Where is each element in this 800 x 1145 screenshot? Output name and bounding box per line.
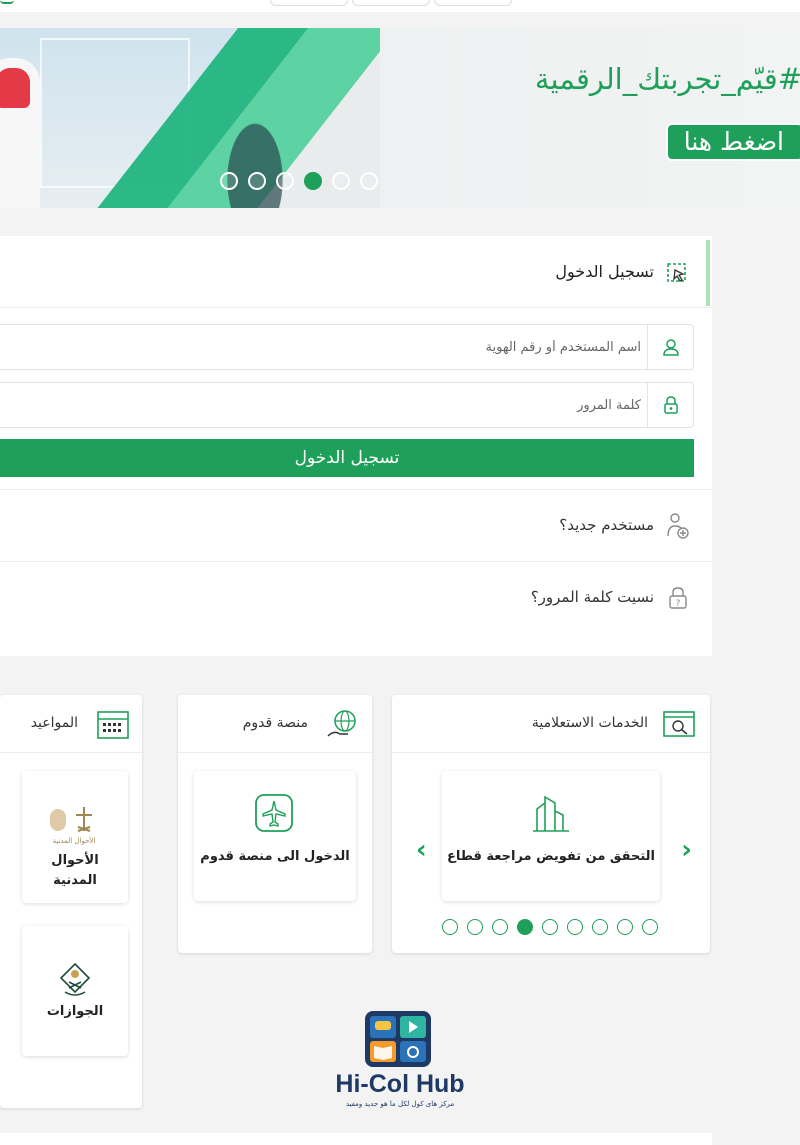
services-dot[interactable]	[617, 919, 633, 935]
services-dot[interactable]	[642, 919, 658, 935]
banner-text-area	[380, 28, 800, 208]
passports-logo	[59, 962, 91, 996]
civil-affairs-logo: الأحوال المدنية	[50, 807, 96, 845]
services-dot[interactable]	[542, 919, 558, 935]
username-field[interactable]	[0, 324, 694, 370]
civil-affairs-label: الأحوال المدنية	[51, 853, 99, 888]
inquiry-services-header: الخدمات الاستعلامية	[392, 695, 710, 753]
username-input[interactable]	[7, 325, 647, 369]
airplane-icon	[255, 794, 293, 832]
chevron-left-icon[interactable]: ‹	[416, 835, 427, 865]
banner-pagination	[220, 172, 378, 190]
hero-banner[interactable]: #قيّم_تجربتك_الرقمية اضغط هنا	[0, 28, 800, 208]
nav-button-1[interactable]	[270, 0, 348, 6]
add-user-icon	[667, 513, 689, 539]
top-nav-strip	[0, 0, 800, 12]
banner-dot[interactable]	[220, 172, 238, 190]
appointments-title: المواعيد	[30, 715, 78, 731]
banner-dot[interactable]	[360, 172, 378, 190]
service-tile-label: التحقق من تفويض مراجعة قطاع	[446, 849, 656, 864]
new-user-link[interactable]: مستخدم جديد؟	[0, 489, 712, 561]
calendar-icon	[97, 711, 129, 739]
password-input[interactable]	[7, 383, 647, 427]
lock-icon	[647, 383, 693, 427]
nav-button-2[interactable]	[352, 0, 430, 6]
login-title: تسجيل الدخول	[555, 262, 654, 281]
services-dot-active[interactable]	[517, 919, 533, 935]
appointments-header: المواعيد	[0, 695, 142, 753]
hicol-hub-watermark: Hi-Col Hub مرکز های کول لکل ما هو جديد و…	[330, 1010, 470, 1115]
buildings-icon	[533, 795, 569, 832]
passports-label: الجوازات	[46, 1004, 104, 1019]
nav-button-3[interactable]	[434, 0, 512, 6]
qudoom-card: منصة قدوم الدخول الى منصة قدوم	[178, 695, 372, 953]
services-pagination	[442, 919, 658, 935]
services-dot[interactable]	[492, 919, 508, 935]
qudoom-tile[interactable]: الدخول الى منصة قدوم	[194, 771, 356, 901]
password-field[interactable]	[0, 382, 694, 428]
qudoom-tile-label: الدخول الى منصة قدوم	[200, 849, 350, 864]
login-submit-button[interactable]: تسجيل الدخول	[0, 439, 694, 477]
banner-headline: #قيّم_تجربتك_الرقمية	[534, 62, 800, 96]
civil-affairs-tile[interactable]: الأحوال المدنية الأحوال المدنية	[22, 771, 128, 903]
bottom-card-edge	[0, 1133, 712, 1145]
services-dot[interactable]	[567, 919, 583, 935]
passports-tile[interactable]: الجوازات	[22, 926, 128, 1056]
inquiry-services-title: الخدمات الاستعلامية	[531, 715, 648, 731]
services-dot[interactable]	[592, 919, 608, 935]
inquiry-services-card: الخدمات الاستعلامية › ‹ التحقق من تفويض …	[392, 695, 710, 953]
lock-question-icon: ?	[669, 587, 687, 609]
login-cursor-icon	[667, 263, 686, 282]
qudoom-header: منصة قدوم	[178, 695, 372, 753]
banner-dot[interactable]	[332, 172, 350, 190]
login-card: تسجيل الدخول تسجيل الدخول مستخدم جديد؟ ?…	[0, 236, 712, 656]
services-dot[interactable]	[442, 919, 458, 935]
appointments-card: المواعيد الأحوال المدنية الأحوال المدنية…	[0, 695, 142, 1108]
banner-dot[interactable]	[248, 172, 266, 190]
service-tile[interactable]: التحقق من تفويض مراجعة قطاع	[442, 771, 660, 901]
brand-mark	[0, 0, 14, 4]
banner-dot-active[interactable]	[304, 172, 322, 190]
civil-affairs-logo-text: الأحوال المدنية	[53, 836, 96, 845]
hicol-hub-name: Hi-Col Hub	[335, 1070, 465, 1098]
hicol-hub-logo-icon	[365, 1011, 431, 1067]
new-user-label: مستخدم جديد؟	[559, 516, 654, 534]
banner-cta-button[interactable]: اضغط هنا	[665, 123, 800, 161]
search-window-icon	[663, 711, 695, 737]
hicol-hub-tagline: مرکز های کول لکل ما هو جديد ومفيد	[345, 1100, 455, 1108]
forgot-password-link[interactable]: ? نسيت كلمة المرور؟	[0, 561, 712, 633]
banner-dot[interactable]	[276, 172, 294, 190]
user-icon	[647, 325, 693, 369]
chevron-right-icon[interactable]: ›	[681, 835, 692, 865]
globe-hand-icon	[327, 710, 356, 737]
services-dot[interactable]	[467, 919, 483, 935]
login-header-accent	[706, 240, 710, 306]
banner-person-headdress	[0, 68, 30, 108]
forgot-password-label: نسيت كلمة المرور؟	[530, 588, 654, 606]
login-header: تسجيل الدخول	[0, 236, 712, 308]
svg-text:?: ?	[676, 599, 681, 609]
qudoom-title: منصة قدوم	[242, 715, 308, 731]
